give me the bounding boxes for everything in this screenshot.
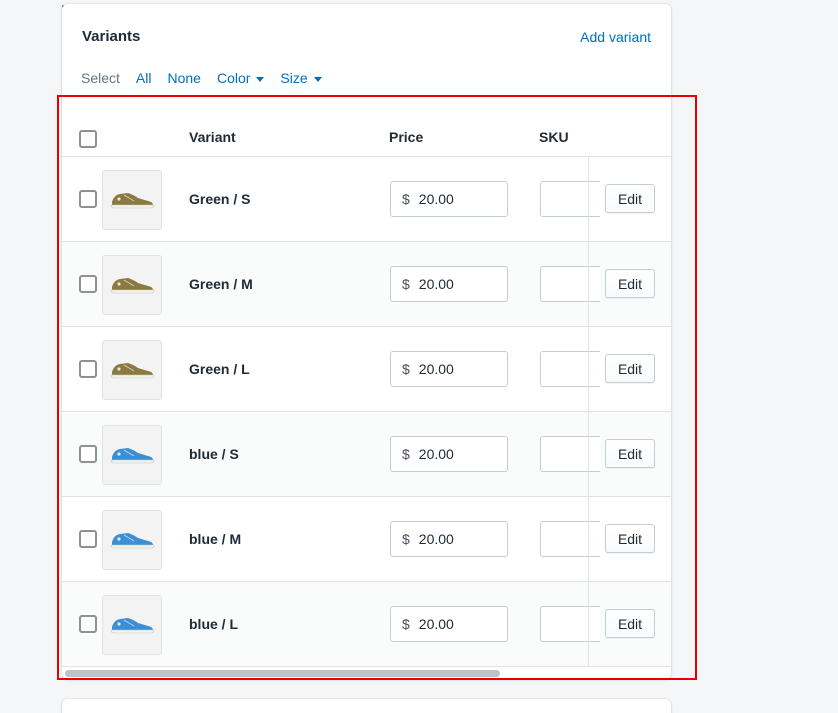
price-value: 20.00: [418, 446, 454, 462]
sneaker-icon: [110, 193, 155, 209]
next-card: [62, 699, 671, 713]
table-row: blue / S $ 20.00 Edit: [62, 412, 671, 497]
variant-name: blue / L: [189, 616, 238, 632]
variants-card: Variants Add variant Select All None Col…: [62, 4, 671, 679]
caret-down-icon: [256, 76, 265, 82]
variant-thumbnail[interactable]: [102, 340, 162, 400]
currency-symbol: $: [402, 616, 410, 632]
variant-name: Green / M: [189, 276, 253, 292]
card-title: Variants: [82, 28, 141, 45]
table-row: blue / M $ 20.00 Edit: [62, 497, 671, 582]
row-checkbox[interactable]: [79, 530, 97, 548]
price-input[interactable]: $ 20.00: [390, 181, 508, 217]
currency-symbol: $: [402, 191, 410, 207]
currency-symbol: $: [402, 531, 410, 547]
header-variant: Variant: [189, 129, 236, 145]
variant-name: blue / M: [189, 531, 242, 547]
currency-symbol: $: [402, 446, 410, 462]
price-input[interactable]: $ 20.00: [390, 266, 508, 302]
add-variant-link[interactable]: Add variant: [580, 29, 651, 45]
variant-name: Green / S: [189, 191, 251, 207]
variant-thumbnail[interactable]: [102, 425, 162, 485]
row-checkbox[interactable]: [79, 360, 97, 378]
variant-name: Green / L: [189, 361, 250, 377]
variant-thumbnail[interactable]: [102, 255, 162, 315]
price-input[interactable]: $ 20.00: [390, 521, 508, 557]
bulk-select-bar: Select All None Color Size: [81, 70, 338, 86]
sneaker-icon: [110, 618, 155, 634]
variant-thumbnail[interactable]: [102, 170, 162, 230]
select-size-dropdown[interactable]: Size: [280, 70, 322, 86]
table-row: Green / L $ 20.00 Edit: [62, 327, 671, 412]
row-checkbox[interactable]: [79, 615, 97, 633]
horizontal-scrollbar-thumb[interactable]: [65, 670, 500, 677]
price-value: 20.00: [418, 616, 454, 632]
header-sku: SKU: [539, 129, 569, 145]
row-checkbox[interactable]: [79, 275, 97, 293]
sneaker-icon: [110, 278, 155, 294]
currency-symbol: $: [402, 361, 410, 377]
variant-name: blue / S: [189, 446, 239, 462]
price-input[interactable]: $ 20.00: [390, 606, 508, 642]
sneaker-icon: [110, 448, 155, 464]
table-header: Variant Price SKU: [62, 116, 671, 157]
variants-table: Variant Price SKU Green / S $ 20.00 Edit: [62, 116, 671, 671]
select-none-link[interactable]: None: [167, 70, 200, 86]
variant-thumbnail[interactable]: [102, 595, 162, 655]
row-checkbox[interactable]: [79, 445, 97, 463]
row-checkbox[interactable]: [79, 190, 97, 208]
price-input[interactable]: $ 20.00: [390, 351, 508, 387]
table-row: Green / S $ 20.00 Edit: [62, 157, 671, 242]
price-input[interactable]: $ 20.00: [390, 436, 508, 472]
variant-thumbnail[interactable]: [102, 510, 162, 570]
price-value: 20.00: [418, 361, 454, 377]
table-row: blue / L $ 20.00 Edit: [62, 582, 671, 667]
currency-symbol: $: [402, 276, 410, 292]
select-color-dropdown[interactable]: Color: [217, 70, 265, 86]
select-all-checkbox[interactable]: [79, 130, 97, 148]
select-label: Select: [81, 70, 120, 86]
price-value: 20.00: [418, 531, 454, 547]
sneaker-icon: [110, 363, 155, 379]
sticky-actions-column: [588, 157, 671, 671]
caret-down-icon: [313, 76, 322, 82]
table-row: Green / M $ 20.00 Edit: [62, 242, 671, 327]
header-price: Price: [389, 129, 424, 145]
sneaker-icon: [110, 533, 155, 549]
price-value: 20.00: [418, 276, 454, 292]
price-value: 20.00: [418, 191, 454, 207]
select-all-link[interactable]: All: [136, 70, 152, 86]
